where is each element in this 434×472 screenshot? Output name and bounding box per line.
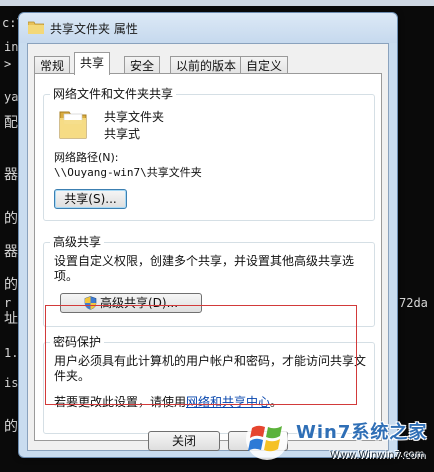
console-text: 72da: [399, 296, 428, 310]
annotation-rectangle: [45, 305, 357, 405]
close-button[interactable]: 关闭: [148, 431, 220, 451]
advanced-sharing-description: 设置自定义权限，创建多个共享，并设置其他高级共享选项。: [54, 254, 355, 283]
console-text: 1.: [4, 346, 19, 360]
console-text: in: [4, 40, 19, 54]
network-path-label: 网络路径(N):: [54, 151, 119, 164]
share-state: 共享式: [104, 127, 141, 141]
console-text: ya: [4, 90, 19, 104]
console-text: 址: [4, 311, 18, 327]
console-text: 的: [4, 419, 18, 435]
folder-name: 共享文件夹: [104, 110, 165, 124]
console-text: 的: [4, 277, 18, 293]
console-text: >: [4, 57, 12, 71]
console-text: 配: [4, 115, 18, 131]
console-text: 器: [4, 167, 18, 183]
dialog-titlebar[interactable]: 共享文件夹 属性: [19, 13, 397, 43]
share-button[interactable]: 共享(S)...: [54, 189, 127, 209]
console-text: is: [4, 376, 19, 390]
tab-general[interactable]: 常规: [34, 56, 71, 74]
group-title: 网络文件和文件夹共享: [50, 87, 177, 101]
group-title: 高级共享: [50, 235, 105, 249]
console-text: 器: [4, 244, 18, 260]
windows-logo-icon: [246, 418, 288, 460]
watermark-url: Www.Winwin7.com: [330, 450, 426, 461]
folder-icon: [28, 21, 44, 34]
dialog-title: 共享文件夹 属性: [50, 22, 138, 36]
tab-customize[interactable]: 自定义: [240, 56, 289, 74]
network-path-value[interactable]: \\Ouyang-win7\共享文件夹: [54, 164, 202, 180]
console-titlebar: [0, 0, 434, 6]
watermark: Win7系统之家 Www.Winwin7.com: [240, 412, 434, 472]
watermark-title: Win7系统之家: [296, 422, 428, 443]
tab-previous-versions[interactable]: 以前的版本: [170, 56, 243, 74]
console-text: 的: [4, 211, 18, 227]
network-sharing-group: 网络文件和文件夹共享 共享文件夹 共享式 网络路径(N): \\Ouyang-w…: [43, 87, 375, 221]
folder-icon: [59, 111, 87, 139]
tab-sharing[interactable]: 共享: [74, 52, 111, 75]
tab-security[interactable]: 安全: [124, 56, 161, 74]
